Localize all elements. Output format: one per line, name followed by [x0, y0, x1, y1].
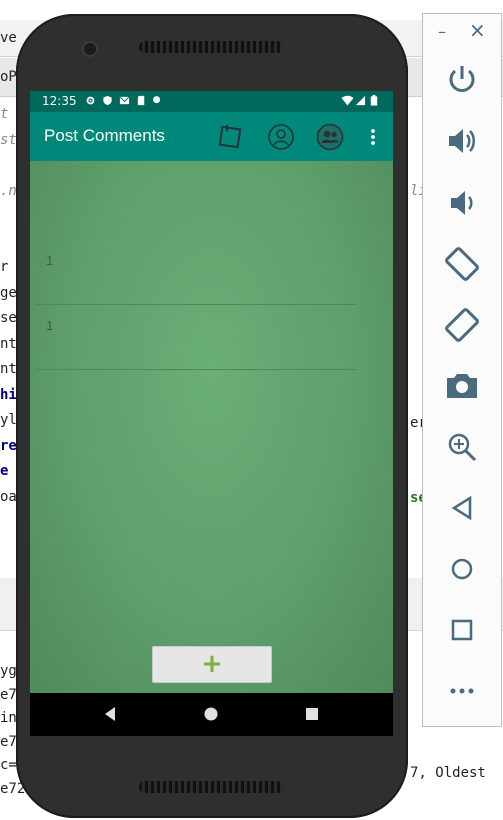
- list-item-text: 1: [46, 253, 54, 268]
- more-icon[interactable]: [442, 671, 482, 711]
- back-nav-icon[interactable]: [102, 706, 118, 722]
- ide-code-line: ge: [0, 284, 17, 301]
- ide-log-line: c=: [0, 757, 17, 773]
- ide-log-line: e7: [0, 733, 17, 750]
- minimize-button[interactable]: –: [438, 22, 446, 41]
- bottom-speaker: [139, 781, 283, 793]
- app-title: Post Comments: [44, 126, 165, 145]
- overflow-menu-icon[interactable]: [365, 122, 381, 152]
- group-icon[interactable]: [315, 122, 345, 152]
- ide-code-line: e: [0, 463, 9, 479]
- ide-code-line: hi: [0, 386, 17, 403]
- comments-list: 1 1 +: [30, 161, 393, 693]
- camera-icon[interactable]: [442, 366, 482, 406]
- phone-screen: 12:35 ● Post Comments 1 1 +: [30, 91, 393, 736]
- overview-icon[interactable]: [442, 610, 482, 650]
- ide-code-line: t: [0, 106, 9, 122]
- ide-code-line: r: [0, 259, 9, 275]
- ide-code-line: se: [0, 310, 17, 326]
- ide-code-line: yl: [0, 412, 17, 428]
- power-icon[interactable]: [442, 60, 482, 100]
- settings-icon: [86, 96, 95, 105]
- wifi-icon: [341, 95, 354, 106]
- emulator-toolbar: – ×: [422, 13, 502, 727]
- ide-toolbar-text: ve: [0, 30, 17, 46]
- navigation-bar: [30, 693, 393, 736]
- volume-up-icon[interactable]: [442, 121, 482, 161]
- dot-icon: ●: [152, 95, 161, 105]
- volume-down-icon[interactable]: [442, 183, 482, 223]
- rotate-left-icon[interactable]: [442, 244, 482, 284]
- close-button[interactable]: ×: [469, 18, 486, 42]
- account-icon[interactable]: [266, 122, 296, 152]
- ide-code-line: .n: [0, 182, 17, 199]
- ide-code-line: st: [0, 131, 17, 148]
- list-item-text: 1: [46, 318, 54, 333]
- zoom-icon[interactable]: [442, 427, 482, 467]
- ide-log-line: e7: [0, 686, 17, 703]
- list-item[interactable]: 1: [36, 240, 356, 305]
- front-camera: [82, 41, 98, 57]
- app-bar: Post Comments: [30, 112, 393, 161]
- back-icon[interactable]: [442, 488, 482, 528]
- phone-frame: 12:35 ● Post Comments 1 1 +: [16, 14, 408, 818]
- list-item[interactable]: 1: [36, 305, 356, 370]
- ide-code-line: nt: [0, 335, 17, 352]
- status-bar: 12:35 ●: [30, 91, 393, 112]
- mail-icon: [119, 96, 130, 105]
- ide-code-line: re: [0, 437, 17, 454]
- ide-code-line: oa: [0, 488, 17, 505]
- ide-log-line: in: [0, 710, 17, 726]
- status-time: 12:35: [42, 94, 77, 108]
- signal-icon: [355, 95, 366, 106]
- home-nav-icon[interactable]: [203, 706, 219, 722]
- sticky-note-icon[interactable]: [216, 122, 246, 152]
- sd-card-icon: [137, 95, 145, 106]
- home-icon[interactable]: [442, 549, 482, 589]
- ide-log-fragment: 7, Oldest: [410, 765, 486, 781]
- shield-icon: [103, 95, 112, 106]
- rotate-right-icon[interactable]: [442, 305, 482, 345]
- ide-code-line: nt: [0, 361, 17, 377]
- ide-log-line: yg: [0, 663, 17, 679]
- ide-tab-text: oP: [0, 69, 17, 85]
- add-comment-button[interactable]: +: [152, 646, 272, 683]
- battery-icon: [370, 95, 378, 106]
- recents-nav-icon[interactable]: [304, 706, 320, 722]
- top-speaker: [139, 41, 283, 53]
